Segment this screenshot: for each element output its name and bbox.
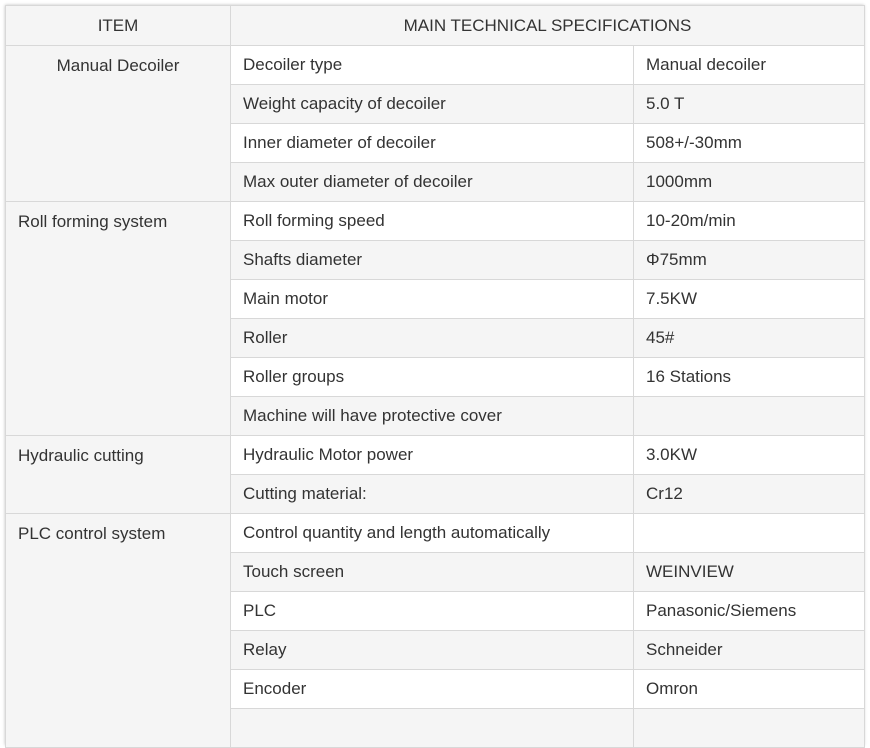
param-cell: Hydraulic Motor power	[230, 435, 634, 475]
param-cell: Encoder	[230, 669, 634, 709]
header-specs: MAIN TECHNICAL SPECIFICATIONS	[230, 5, 865, 46]
param-cell: Weight capacity of decoiler	[230, 84, 634, 124]
table-row: Manual Decoiler Decoiler type Manual dec…	[5, 45, 865, 202]
value-cell	[633, 513, 865, 553]
param-cell: PLC	[230, 591, 634, 631]
param-cell: Roller	[230, 318, 634, 358]
item-manual-decoiler: Manual Decoiler	[5, 45, 231, 202]
table-row: Roll forming system Roll forming speed 1…	[5, 201, 865, 436]
param-cell: Shafts diameter	[230, 240, 634, 280]
value-cell: 16 Stations	[633, 357, 865, 397]
param-cell: Control quantity and length automaticall…	[230, 513, 634, 553]
param-cell: Main motor	[230, 279, 634, 319]
param-cell: Decoiler type	[230, 45, 634, 85]
spec-table-container: ITEM MAIN TECHNICAL SPECIFICATIONS Manua…	[5, 5, 865, 748]
param-cell: Roller groups	[230, 357, 634, 397]
value-cell: Cr12	[633, 474, 865, 514]
value-cell: WEINVIEW	[633, 552, 865, 592]
param-cell: Max outer diameter of decoiler	[230, 162, 634, 202]
param-cell: Cutting material:	[230, 474, 634, 514]
param-cell: Touch screen	[230, 552, 634, 592]
value-cell: 10-20m/min	[633, 201, 865, 241]
value-cell: Manual decoiler	[633, 45, 865, 85]
value-cell: Omron	[633, 669, 865, 709]
param-cell: Machine will have protective cover	[230, 396, 634, 436]
item-roll-forming-system: Roll forming system	[5, 201, 231, 436]
table-row: PLC control system Control quantity and …	[5, 513, 865, 748]
value-cell: 7.5KW	[633, 279, 865, 319]
header-item: ITEM	[5, 5, 231, 46]
value-cell	[633, 396, 865, 436]
value-cell	[633, 708, 865, 748]
param-cell: Relay	[230, 630, 634, 670]
param-cell: Inner diameter of decoiler	[230, 123, 634, 163]
value-cell: 45#	[633, 318, 865, 358]
item-hydraulic-cutting: Hydraulic cutting	[5, 435, 231, 514]
value-cell: Φ75mm	[633, 240, 865, 280]
value-cell: Schneider	[633, 630, 865, 670]
value-cell: 3.0KW	[633, 435, 865, 475]
param-cell: Roll forming speed	[230, 201, 634, 241]
value-cell: 508+/-30mm	[633, 123, 865, 163]
value-cell: 1000mm	[633, 162, 865, 202]
item-plc-control-system: PLC control system	[5, 513, 231, 748]
param-cell	[230, 708, 634, 748]
spec-table: ITEM MAIN TECHNICAL SPECIFICATIONS Manua…	[5, 5, 865, 748]
value-cell: 5.0 T	[633, 84, 865, 124]
value-cell: Panasonic/Siemens	[633, 591, 865, 631]
table-row: Hydraulic cutting Hydraulic Motor power …	[5, 435, 865, 514]
table-header-row: ITEM MAIN TECHNICAL SPECIFICATIONS	[5, 5, 865, 46]
